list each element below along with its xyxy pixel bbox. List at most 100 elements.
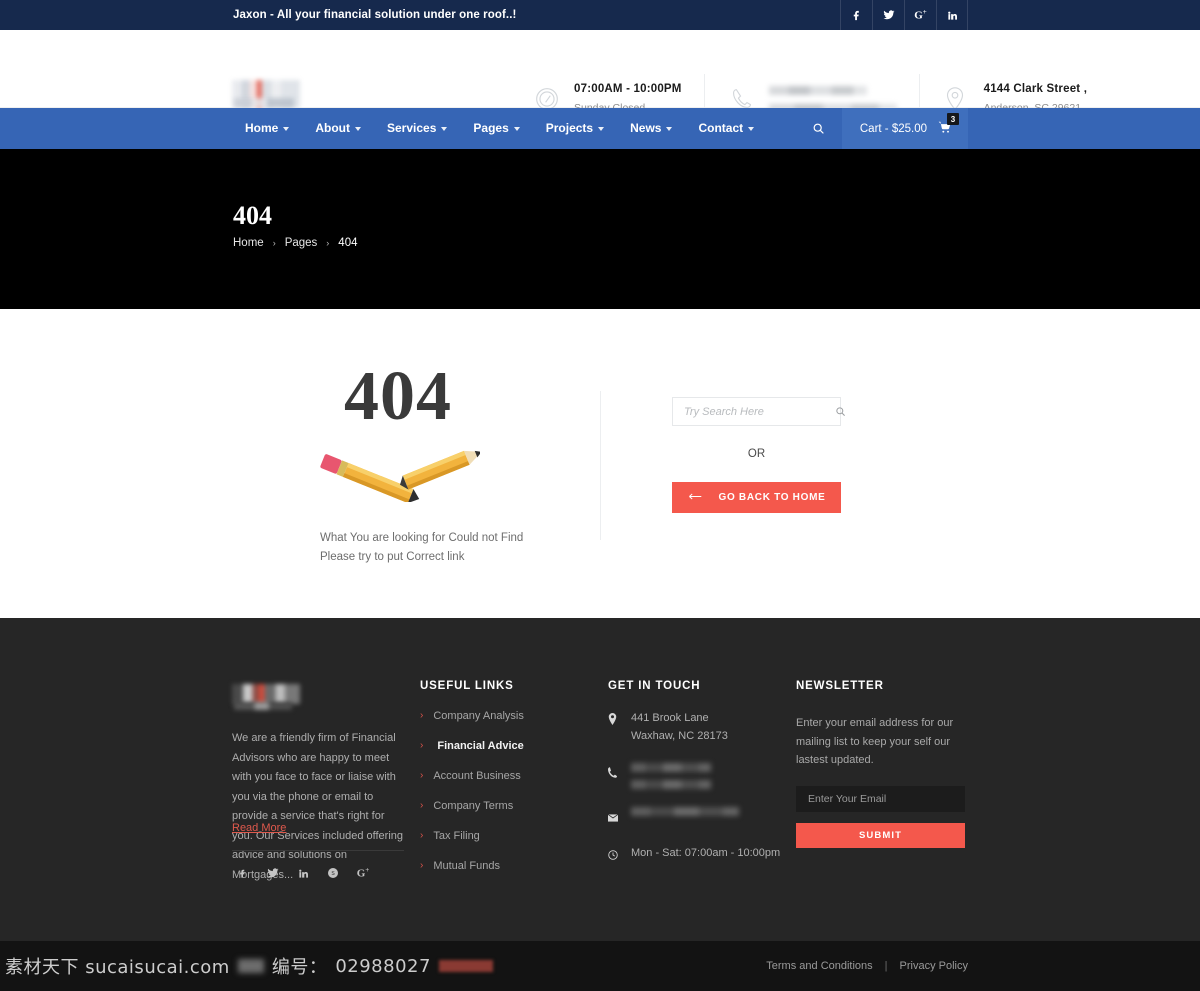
- linkedin-icon[interactable]: [936, 0, 968, 30]
- cart-button[interactable]: Cart - $25.00 3: [841, 108, 968, 149]
- breadcrumb-item-home[interactable]: Home: [233, 237, 264, 249]
- twitter-icon[interactable]: [262, 862, 284, 884]
- newsletter-email-input[interactable]: [796, 786, 965, 813]
- google-plus-icon[interactable]: G+: [904, 0, 936, 30]
- chevron-down-icon: [748, 126, 755, 131]
- breadcrumb-separator: ›: [272, 238, 276, 248]
- contact-email-blurred: [631, 807, 739, 827]
- error-message-line-2: Please try to put Correct link: [320, 550, 465, 563]
- useful-link-company-terms[interactable]: › Company Terms: [420, 800, 610, 812]
- useful-link-company-analysis[interactable]: › Company Analysis: [420, 710, 610, 722]
- address-line-1: 441 Brook Lane: [631, 712, 709, 724]
- chevron-down-icon: [598, 126, 605, 131]
- linkedin-icon[interactable]: [292, 862, 314, 884]
- vertical-divider: [600, 391, 601, 540]
- useful-link-label: Financial Advice: [437, 740, 524, 752]
- footer-logo[interactable]: [232, 684, 300, 704]
- useful-link-financial-advice[interactable]: › Financial Advice: [420, 740, 610, 752]
- useful-link-label: Mutual Funds: [433, 860, 500, 872]
- chevron-down-icon: [666, 126, 673, 131]
- search-icon[interactable]: [796, 108, 842, 149]
- newsletter-submit-button[interactable]: SUBMIT: [796, 823, 965, 849]
- footer-social-links: S G+: [232, 862, 374, 884]
- go-back-home-label: GO BACK TO HOME: [718, 492, 826, 503]
- error-message-line-1: What You are looking for Could not Find: [320, 532, 524, 544]
- watermark-red-block: [438, 960, 493, 972]
- address-line-2: Waxhaw, NC 28173: [631, 729, 728, 742]
- useful-link-label: Tax Filing: [433, 830, 480, 842]
- chevron-right-icon: ›: [420, 770, 424, 781]
- chevron-down-icon: [441, 126, 448, 131]
- useful-link-account-business[interactable]: › Account Business: [420, 770, 610, 782]
- read-more-link[interactable]: Read More: [232, 822, 286, 834]
- phone-primary-blurred: [768, 85, 867, 95]
- nav-label: News: [630, 121, 662, 135]
- privacy-policy-link[interactable]: Privacy Policy: [900, 960, 968, 972]
- useful-link-label: Company Terms: [433, 800, 514, 812]
- contact-phone: [608, 763, 798, 790]
- nav-item-contact[interactable]: Contact: [685, 108, 767, 149]
- newsletter-title: NEWSLETTER: [796, 680, 884, 692]
- get-in-touch-title: GET IN TOUCH: [608, 680, 701, 692]
- footer-logo-subtext: [234, 702, 292, 710]
- site-header: 07:00AM - 10:00PM Sunday Closed: [0, 30, 1200, 124]
- useful-link-tax-filing[interactable]: › Tax Filing: [420, 830, 610, 842]
- nav-item-pages[interactable]: Pages: [460, 108, 532, 149]
- facebook-icon[interactable]: [840, 0, 872, 30]
- location-pin-icon: [608, 710, 618, 745]
- useful-link-label: Company Analysis: [433, 710, 524, 722]
- terms-and-conditions-link[interactable]: Terms and Conditions: [766, 960, 872, 972]
- envelope-icon: [607, 807, 619, 827]
- go-back-home-button[interactable]: GO BACK TO HOME: [672, 482, 841, 513]
- hours-primary: 07:00AM - 10:00PM: [574, 82, 682, 95]
- nav-label: About: [315, 121, 350, 135]
- nav-item-projects[interactable]: Projects: [533, 108, 617, 149]
- footer-useful-links: USEFUL LINKS › Company Analysis › Financ…: [420, 680, 610, 872]
- skype-icon[interactable]: S: [322, 862, 344, 884]
- error-code-text: 404: [344, 358, 452, 435]
- chevron-right-icon: ›: [420, 710, 424, 721]
- nav-item-services[interactable]: Services: [374, 108, 460, 149]
- breadcrumb-item-current: 404: [338, 237, 358, 249]
- nav-item-news[interactable]: News: [617, 108, 685, 149]
- contact-hours-text: Mon - Sat: 07:00am - 10:00pm: [631, 847, 781, 860]
- tagline-text: Jaxon - All your financial solution unde…: [233, 9, 517, 21]
- google-plus-icon[interactable]: G+: [352, 862, 374, 884]
- nav-right-group: Cart - $25.00 3: [796, 108, 968, 149]
- search-box: [672, 397, 845, 426]
- phone-icon: [608, 763, 618, 789]
- chevron-down-icon: [355, 126, 361, 131]
- breadcrumb: Home › Pages › 404: [233, 237, 357, 249]
- footer-divider: [232, 850, 404, 851]
- useful-link-label: Account Business: [433, 770, 521, 782]
- nav-item-list: Home About Services Pages Projects News: [232, 108, 767, 149]
- nav-label: Projects: [545, 121, 594, 135]
- nav-item-home[interactable]: Home: [232, 108, 302, 149]
- contact-hours: Mon - Sat: 07:00am - 10:00pm: [608, 845, 798, 865]
- top-bar: Jaxon - All your financial solution unde…: [0, 0, 1200, 30]
- footer-newsletter: NEWSLETTER Enter your email address for …: [796, 680, 971, 849]
- error-message: What You are looking for Could not Find …: [320, 529, 523, 566]
- chevron-right-icon: ›: [420, 740, 424, 751]
- chevron-right-icon: ›: [420, 830, 424, 841]
- clock-icon: [608, 845, 618, 865]
- breadcrumb-separator: ›: [326, 238, 330, 248]
- stock-site-watermark: 素材天下 sucaisucai.com 编号： 02988027: [5, 953, 493, 979]
- search-submit-icon[interactable]: [835, 398, 846, 425]
- page-root: Jaxon - All your financial solution unde…: [0, 0, 1200, 991]
- nav-item-about[interactable]: About: [302, 108, 374, 149]
- useful-links-title: USEFUL LINKS: [420, 680, 514, 692]
- contact-phone-blurred: [631, 763, 726, 790]
- useful-link-mutual-funds[interactable]: › Mutual Funds: [420, 860, 610, 872]
- watermark-id-label: 编号：: [271, 957, 328, 978]
- breadcrumb-item-pages[interactable]: Pages: [285, 237, 318, 249]
- arrow-left-icon: [688, 492, 702, 504]
- nav-label: Pages: [473, 121, 509, 135]
- search-input[interactable]: [673, 398, 835, 425]
- top-social-links: G+: [840, 0, 968, 30]
- main-navigation: Home About Services Pages Projects News: [0, 108, 1200, 149]
- page-hero: [0, 149, 1200, 309]
- twitter-icon[interactable]: [872, 0, 904, 30]
- chevron-down-icon: [283, 126, 290, 131]
- facebook-icon[interactable]: [232, 862, 254, 884]
